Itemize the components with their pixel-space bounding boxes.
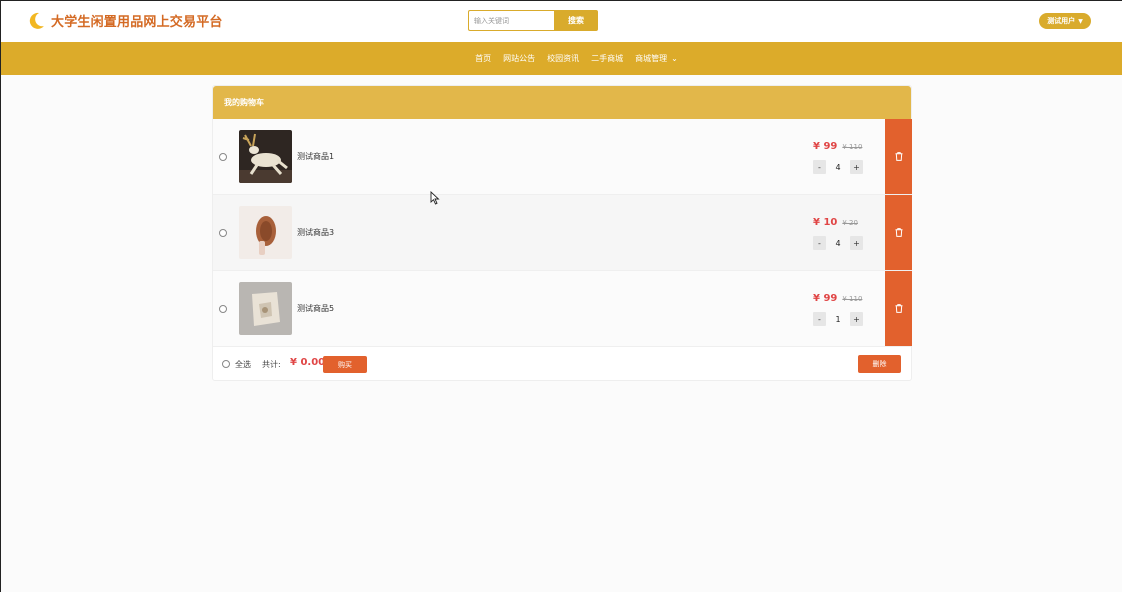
increase-button[interactable]: + bbox=[850, 236, 863, 250]
original-price: ¥ 110 bbox=[842, 295, 863, 303]
quantity-value: 1 bbox=[835, 314, 841, 324]
current-price: ¥ 99 bbox=[813, 293, 838, 304]
nav-item-secondhand-mall[interactable]: 二手商城 bbox=[591, 53, 623, 64]
site-logo[interactable]: 大学生闲置用品网上交易平台 bbox=[29, 11, 223, 30]
nav-item-mall-management[interactable]: 商城管理 ⌄ bbox=[635, 53, 678, 64]
current-price: ¥ 10 bbox=[813, 217, 838, 228]
quantity-stepper: - 4 + bbox=[813, 236, 863, 250]
quantity-stepper: - 4 + bbox=[813, 160, 863, 174]
select-all-label[interactable]: 全选 bbox=[235, 359, 251, 370]
top-header: 大学生闲置用品网上交易平台 搜索 测试用户 ▼ bbox=[1, 1, 1122, 42]
main-nav: 首页 网站公告 校园资讯 二手商城 商城管理 ⌄ bbox=[1, 42, 1122, 75]
item-select-radio[interactable] bbox=[219, 229, 227, 237]
current-price: ¥ 99 bbox=[813, 141, 838, 152]
price-group: ¥ 10 ¥ 20 bbox=[813, 217, 858, 228]
increase-button[interactable]: + bbox=[850, 312, 863, 326]
quantity-stepper: - 1 + bbox=[813, 312, 863, 326]
search-bar: 搜索 bbox=[468, 10, 598, 31]
original-price: ¥ 20 bbox=[842, 219, 858, 227]
quantity-value: 4 bbox=[835, 238, 841, 248]
chevron-down-icon: ⌄ bbox=[671, 54, 678, 63]
product-name[interactable]: 测试商品5 bbox=[297, 303, 334, 314]
product-image[interactable] bbox=[239, 282, 292, 335]
wooden-craft-image bbox=[239, 206, 292, 259]
cart-panel: 我的购物车 测试商品1 ¥ 99 ¥ 110 - 4 + 测试商品3 ¥ 10 … bbox=[212, 85, 912, 381]
nav-item-announcements[interactable]: 网站公告 bbox=[503, 53, 535, 64]
trash-icon bbox=[895, 228, 902, 237]
decrease-button[interactable]: - bbox=[813, 236, 826, 250]
user-name: 测试用户 bbox=[1047, 17, 1076, 25]
caret-down-icon: ▼ bbox=[1078, 17, 1083, 25]
cart-footer: 全选 共计: ¥ 0.00 购买 删除 bbox=[213, 348, 911, 381]
user-menu-button[interactable]: 测试用户 ▼ bbox=[1039, 13, 1091, 29]
product-name[interactable]: 测试商品1 bbox=[297, 151, 334, 162]
cart-item-row: 测试商品3 ¥ 10 ¥ 20 - 4 + bbox=[213, 195, 912, 271]
product-image[interactable] bbox=[239, 206, 292, 259]
buy-button[interactable]: 购买 bbox=[323, 356, 367, 373]
search-input[interactable] bbox=[468, 10, 554, 31]
cart-item-row: 测试商品1 ¥ 99 ¥ 110 - 4 + bbox=[213, 119, 912, 195]
decrease-button[interactable]: - bbox=[813, 312, 826, 326]
nav-item-campus-news[interactable]: 校园资讯 bbox=[547, 53, 579, 64]
deer-figurine-image bbox=[239, 130, 292, 183]
product-image[interactable] bbox=[239, 130, 292, 183]
decrease-button[interactable]: - bbox=[813, 160, 826, 174]
stone-carving-image bbox=[239, 282, 292, 335]
cart-item-row: 测试商品5 ¥ 99 ¥ 110 - 1 + bbox=[213, 271, 912, 347]
price-group: ¥ 99 ¥ 110 bbox=[813, 293, 862, 304]
item-select-radio[interactable] bbox=[219, 305, 227, 313]
delete-selected-button[interactable]: 删除 bbox=[858, 355, 901, 373]
remove-item-button[interactable] bbox=[885, 271, 912, 346]
site-title: 大学生闲置用品网上交易平台 bbox=[51, 15, 223, 30]
nav-item-label: 商城管理 bbox=[635, 54, 668, 63]
original-price: ¥ 110 bbox=[842, 143, 863, 151]
product-name[interactable]: 测试商品3 bbox=[297, 227, 334, 238]
moon-icon bbox=[29, 12, 44, 29]
trash-icon bbox=[895, 304, 902, 313]
total-amount: ¥ 0.00 bbox=[290, 357, 326, 368]
nav-item-home[interactable]: 首页 bbox=[475, 53, 491, 64]
select-all-radio[interactable] bbox=[222, 360, 230, 368]
remove-item-button[interactable] bbox=[885, 119, 912, 194]
search-button[interactable]: 搜索 bbox=[554, 10, 598, 31]
item-select-radio[interactable] bbox=[219, 153, 227, 161]
remove-item-button[interactable] bbox=[885, 195, 912, 270]
price-group: ¥ 99 ¥ 110 bbox=[813, 141, 862, 152]
trash-icon bbox=[895, 152, 902, 161]
quantity-value: 4 bbox=[835, 162, 841, 172]
increase-button[interactable]: + bbox=[850, 160, 863, 174]
mouse-cursor-icon bbox=[430, 191, 440, 205]
cart-title: 我的购物车 bbox=[213, 86, 911, 119]
total-label: 共计: bbox=[262, 360, 281, 369]
